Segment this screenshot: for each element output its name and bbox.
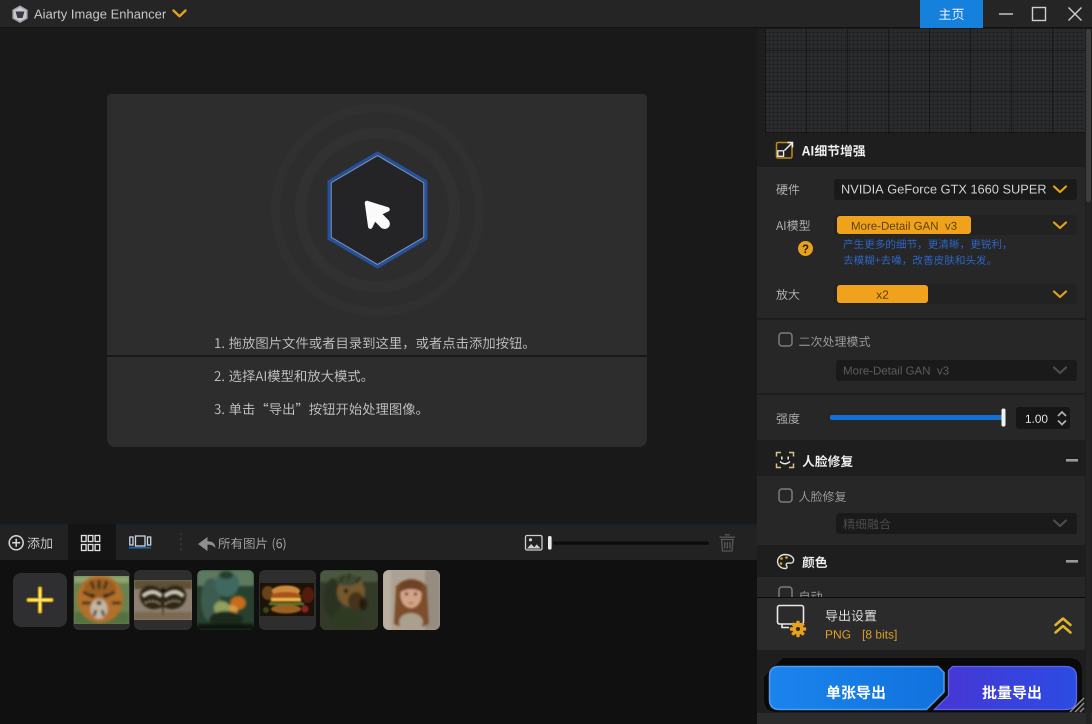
svg-text:?: ? bbox=[802, 244, 809, 256]
